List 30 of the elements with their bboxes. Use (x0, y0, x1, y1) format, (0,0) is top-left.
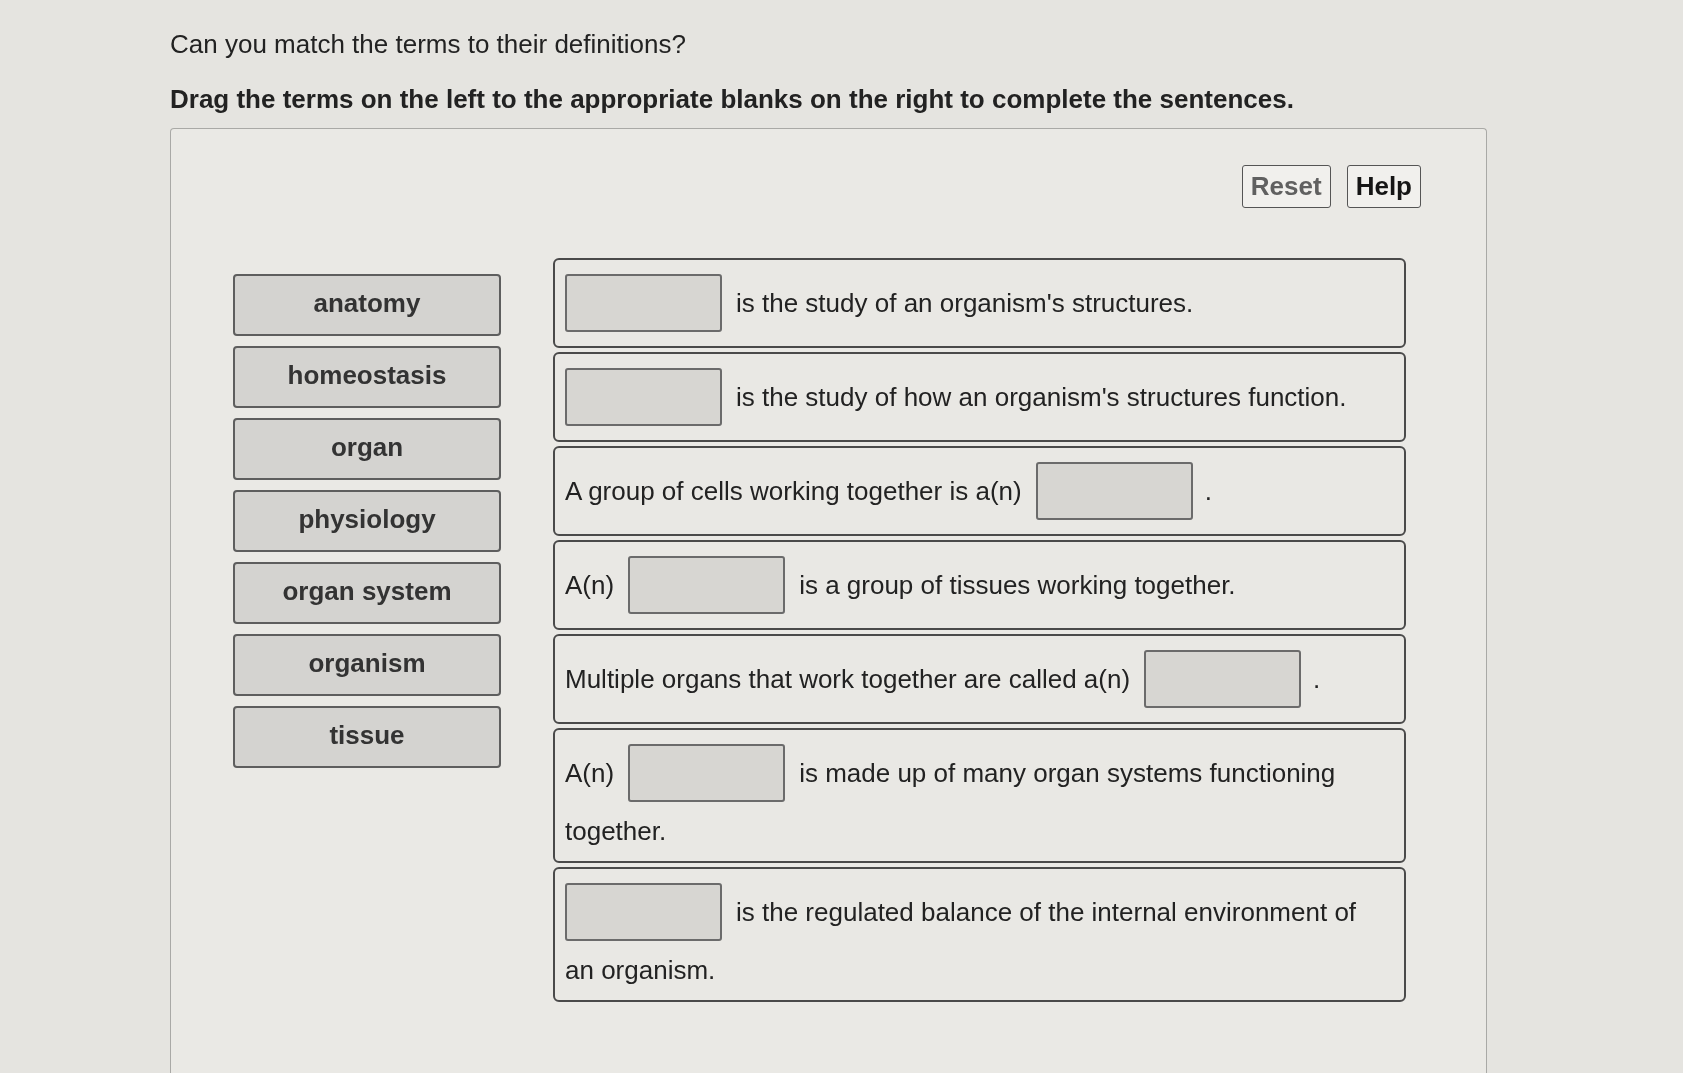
sentence-text: is the regulated balance of the internal environment of (736, 896, 1357, 928)
answer-box[interactable] (1144, 650, 1302, 708)
period-text: . (1204, 475, 1212, 507)
answer-box[interactable] (628, 744, 786, 802)
answer-box[interactable] (565, 883, 722, 941)
answer-box[interactable] (565, 274, 722, 332)
term-tile[interactable]: tissue (233, 706, 501, 768)
action-button[interactable]: Help (1346, 165, 1421, 208)
answer-box[interactable] (565, 368, 722, 426)
term-tile[interactable]: organ system (233, 562, 501, 624)
sentence-text: A group of cells working together is a(n) (565, 475, 1022, 507)
answer-box[interactable] (628, 556, 786, 614)
sentence-text: A(n) (565, 757, 615, 789)
term-tile[interactable]: physiology (233, 490, 501, 552)
sentence-text: is the study of how an organism's structures function. (736, 381, 1347, 413)
sentence-text: is a group of tissues working together. (799, 569, 1236, 601)
question-text: Can you match the terms to their definitions? (170, 29, 686, 60)
term-tile[interactable]: homeostasis (233, 346, 501, 408)
sentence-text: together. (565, 816, 667, 847)
period-text: . (1313, 663, 1321, 695)
sentence-text: Multiple organs that work together are called a(n) (565, 663, 1131, 695)
sentence-text: A(n) (565, 569, 615, 601)
term-tile[interactable]: organ (233, 418, 501, 480)
answer-box[interactable] (1035, 462, 1193, 520)
instruction-text: Drag the terms on the left to the appropriate blanks on the right to complete the sentences. (170, 84, 1294, 115)
sentence-text: is made up of many organ systems functioning (799, 757, 1336, 789)
term-tile[interactable]: organism (233, 634, 501, 696)
sentence-text: an organism. (565, 955, 716, 986)
sentence-text: is the study of an organism's structures. (736, 287, 1194, 319)
term-tile[interactable]: anatomy (233, 274, 501, 336)
